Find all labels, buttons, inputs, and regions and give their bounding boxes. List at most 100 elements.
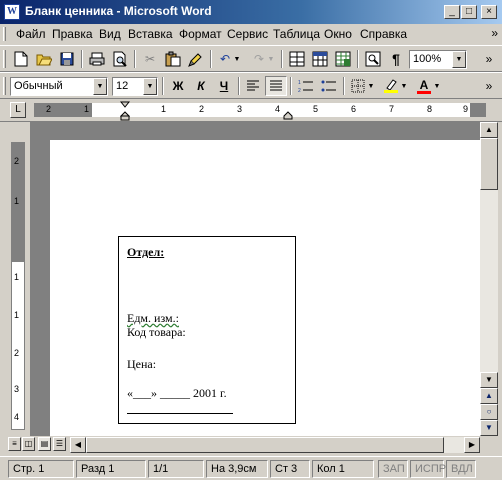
paste-icon[interactable] <box>162 49 184 69</box>
ruler-number: 2 <box>14 348 20 358</box>
insert-excel-icon[interactable] <box>332 49 354 69</box>
maximize-button[interactable]: □ <box>461 5 477 19</box>
font-size-value: 12 <box>116 80 129 92</box>
document-map-icon[interactable] <box>362 49 384 69</box>
undo-dropdown-icon[interactable]: ▼ <box>232 49 242 69</box>
status-trk[interactable]: ИСПР <box>410 460 446 478</box>
zoom-combo[interactable]: 100% ▼ <box>409 50 467 69</box>
normal-view-icon[interactable]: ≡ <box>8 437 21 451</box>
show-formatting-icon[interactable]: ¶ <box>385 49 407 69</box>
justify-icon[interactable] <box>265 76 287 96</box>
tab-stop-selector[interactable]: L <box>10 102 26 118</box>
chevron-down-icon[interactable]: ▼ <box>399 76 409 96</box>
new-document-icon[interactable] <box>10 49 32 69</box>
save-disk-icon[interactable] <box>56 49 78 69</box>
ruler-number: 1 <box>14 310 20 320</box>
price-label-frame[interactable]: Отдел: Едм. изм.: Код товара: Цена: «___… <box>118 236 296 424</box>
chevron-down-icon[interactable]: ▼ <box>93 78 107 95</box>
horizontal-scroll-thumb[interactable] <box>86 437 444 453</box>
bold-button[interactable]: Ж <box>167 76 189 96</box>
menu-table[interactable]: Таблица <box>273 27 320 41</box>
word-app-icon[interactable]: W <box>4 4 20 20</box>
scroll-right-icon[interactable]: ▶ <box>464 437 480 453</box>
toolbar-grip[interactable] <box>3 50 6 68</box>
minimize-button[interactable]: _ <box>444 5 460 19</box>
web-view-icon[interactable]: ◫ <box>22 437 35 451</box>
scroll-up-icon[interactable]: ▲ <box>480 122 498 138</box>
menu-insert[interactable]: Вставка <box>128 27 173 41</box>
menu-more-icon[interactable]: » <box>491 26 498 40</box>
toolbar-options-icon[interactable]: » <box>478 76 500 96</box>
print-preview-icon[interactable] <box>109 49 131 69</box>
right-indent-icon[interactable] <box>283 111 293 120</box>
scroll-down-icon[interactable]: ▼ <box>480 372 498 388</box>
horizontal-scrollbar[interactable]: ◀ ▶ <box>70 437 480 453</box>
italic-button[interactable]: К <box>190 76 212 96</box>
ruler-number: 1 <box>161 104 167 114</box>
status-column: Кол 1 <box>312 460 374 478</box>
align-left-icon[interactable] <box>242 76 264 96</box>
toolbar-separator <box>290 77 292 95</box>
style-combo[interactable]: Обычный ▼ <box>10 77 108 96</box>
status-pages: 1/1 <box>148 460 204 478</box>
ruler-text-area <box>92 103 470 117</box>
menu-tools[interactable]: Сервис <box>227 27 268 41</box>
chevron-down-icon[interactable]: ▼ <box>452 51 466 68</box>
vertical-ruler[interactable]: 2 1 1 1 2 3 4 <box>0 122 30 436</box>
menu-window[interactable]: Окно <box>324 27 352 41</box>
toolbar-separator <box>162 77 164 95</box>
insert-table-icon[interactable] <box>309 49 331 69</box>
horizontal-ruler[interactable]: L 2 1 1 2 3 4 5 6 7 8 9 <box>0 100 502 122</box>
tables-borders-icon[interactable] <box>286 49 308 69</box>
ruler-number: 1 <box>84 104 90 114</box>
menu-file[interactable]: Файл <box>16 27 46 41</box>
toolbar-separator <box>210 50 212 68</box>
menu-view[interactable]: Вид <box>99 27 121 41</box>
bullets-icon[interactable] <box>318 76 340 96</box>
close-button[interactable]: × <box>481 5 497 19</box>
svg-text:1: 1 <box>298 80 301 86</box>
outline-view-icon[interactable]: ☰ <box>53 437 66 451</box>
vertical-scrollbar[interactable]: ▲ ▼ ▲ ○ ▼ <box>480 122 498 436</box>
toolbar-grip[interactable] <box>3 77 6 95</box>
toolbar-options-icon[interactable]: » <box>478 49 500 69</box>
ruler-number: 9 <box>463 104 469 114</box>
chevron-down-icon[interactable]: ▼ <box>432 76 442 96</box>
browse-object-icon[interactable]: ○ <box>480 404 498 420</box>
menu-help[interactable]: Справка <box>360 27 407 41</box>
chevron-down-icon[interactable]: ▼ <box>143 78 157 95</box>
title-bar: W Бланк ценника - Microsoft Word _ □ × <box>0 0 502 24</box>
next-page-icon[interactable]: ▼ <box>480 420 498 436</box>
status-page: Стр. 1 <box>8 460 74 478</box>
scroll-left-icon[interactable]: ◀ <box>70 437 86 453</box>
menu-grip[interactable] <box>3 27 6 41</box>
open-folder-icon[interactable] <box>33 49 55 69</box>
ruler-number: 4 <box>14 412 20 422</box>
status-section: Разд 1 <box>76 460 146 478</box>
font-size-combo[interactable]: 12 ▼ <box>112 77 158 96</box>
menu-format[interactable]: Формат <box>179 27 222 41</box>
previous-page-icon[interactable]: ▲ <box>480 388 498 404</box>
status-ext[interactable]: ВДЛ <box>446 460 476 478</box>
ruler-number: 3 <box>14 384 20 394</box>
underline-button[interactable]: Ч <box>213 76 235 96</box>
print-layout-icon[interactable]: ▤ <box>38 437 51 451</box>
cut-icon[interactable]: ✂ <box>139 49 161 69</box>
date-line: «___» _____ 2001 г. <box>127 386 227 400</box>
print-icon[interactable] <box>86 49 108 69</box>
menu-edit[interactable]: Правка <box>52 27 93 41</box>
standard-toolbar: ✂ ↶ ▼ ↷ ▼ ¶ 100% ▼ » <box>0 45 502 72</box>
numbering-icon[interactable]: 12 <box>295 76 317 96</box>
status-bar: Стр. 1 Разд 1 1/1 На 3,9см Ст 3 Кол 1 ЗА… <box>0 456 502 480</box>
ruler-number: 2 <box>14 156 20 166</box>
zoom-value: 100% <box>413 53 442 65</box>
product-code-label: Код товара: <box>127 325 186 339</box>
ruler-number: 2 <box>199 104 205 114</box>
redo-dropdown-icon[interactable]: ▼ <box>266 49 276 69</box>
indent-marker-icon[interactable] <box>120 101 130 121</box>
scroll-thumb[interactable] <box>480 138 498 190</box>
status-rec[interactable]: ЗАП <box>378 460 408 478</box>
chevron-down-icon[interactable]: ▼ <box>366 76 376 96</box>
ruler-number: 5 <box>313 104 319 114</box>
format-painter-icon[interactable] <box>185 49 207 69</box>
